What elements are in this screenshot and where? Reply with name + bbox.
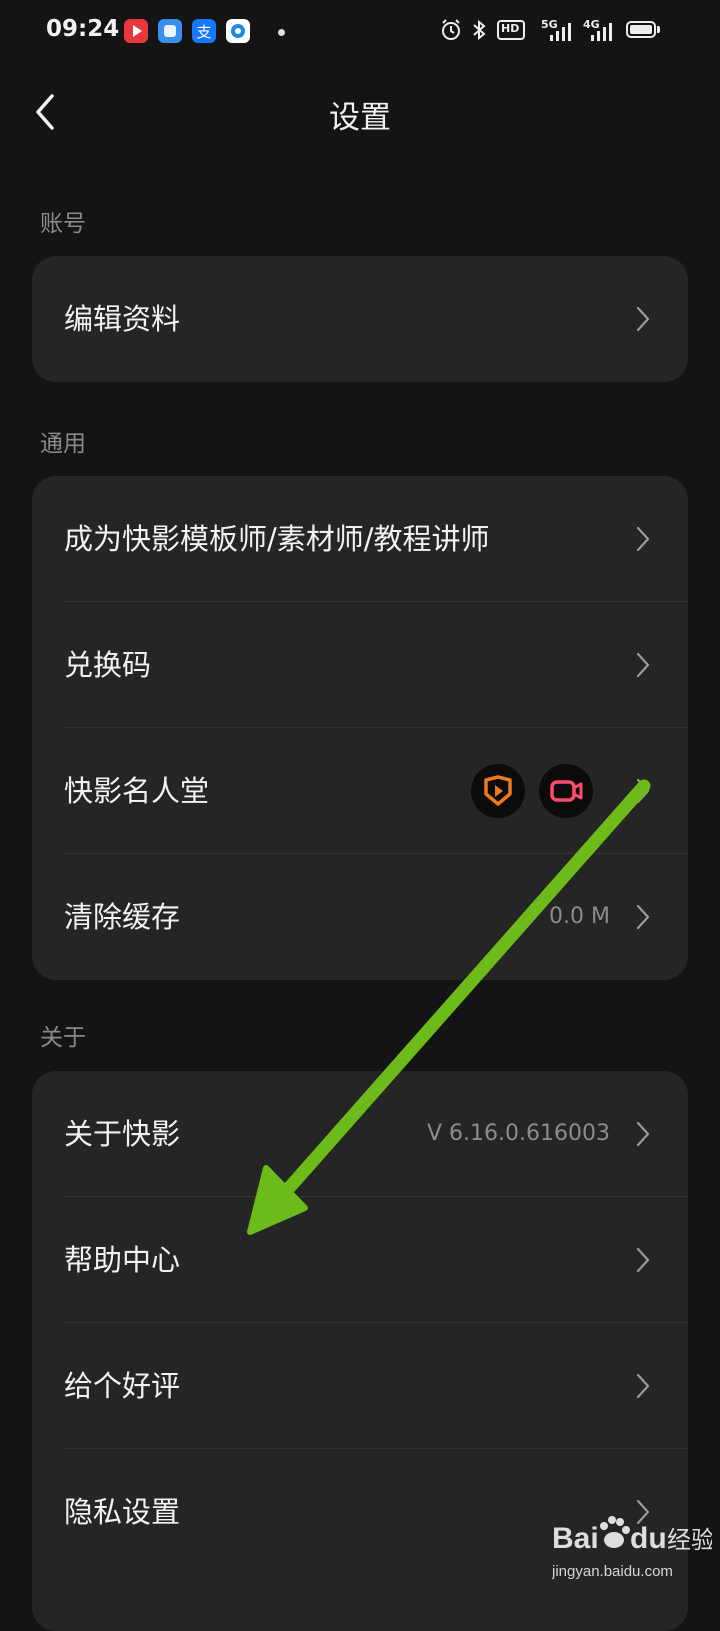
settings-item-label: 给个好评 bbox=[64, 1369, 181, 1403]
signal-4g-icon bbox=[589, 22, 613, 46]
settings-item-label: 帮助中心 bbox=[64, 1243, 181, 1277]
settings-item-about-app[interactable]: 关于快影 V 6.16.0.616003 bbox=[32, 1071, 688, 1197]
app-version-value: V 6.16.0.616003 bbox=[427, 1121, 610, 1146]
chevron-right-icon bbox=[636, 306, 650, 332]
bluetooth-icon bbox=[470, 18, 488, 46]
chevron-right-icon bbox=[636, 1373, 650, 1399]
settings-item-label: 清除缓存 bbox=[64, 900, 181, 934]
settings-item-clear-cache[interactable]: 清除缓存 0.0 M bbox=[32, 854, 688, 980]
account-card: 编辑资料 bbox=[32, 256, 688, 382]
status-bar: 09:24 支 HD 5G 4G bbox=[0, 0, 720, 66]
svg-text:经验: 经验 bbox=[667, 1526, 712, 1554]
video-app-notification-icon bbox=[124, 19, 148, 43]
settings-item-label: 隐私设置 bbox=[64, 1495, 181, 1529]
chevron-right-icon bbox=[636, 1121, 650, 1147]
settings-item-edit-profile[interactable]: 编辑资料 bbox=[32, 256, 688, 382]
page-title: 设置 bbox=[329, 100, 391, 136]
settings-item-label: 成为快影模板师/素材师/教程讲师 bbox=[64, 522, 490, 556]
svg-text:du: du bbox=[630, 1522, 667, 1555]
status-time: 09:24 bbox=[46, 16, 120, 42]
settings-item-hall-of-fame[interactable]: 快影名人堂 bbox=[32, 728, 688, 854]
section-label-general: 通用 bbox=[40, 431, 86, 457]
chevron-right-icon bbox=[636, 778, 650, 804]
battery-tip bbox=[657, 26, 660, 33]
svg-text:jingyan.baidu.com: jingyan.baidu.com bbox=[552, 1563, 673, 1580]
settings-item-label: 快影名人堂 bbox=[64, 774, 210, 808]
hd-label: HD bbox=[501, 22, 520, 35]
chevron-right-icon bbox=[636, 526, 650, 552]
settings-item-help-center[interactable]: 帮助中心 bbox=[32, 1197, 688, 1323]
section-label-account: 账号 bbox=[40, 211, 86, 237]
cache-size-value: 0.0 M bbox=[549, 904, 610, 929]
chevron-right-icon bbox=[636, 652, 650, 678]
settings-item-rate-app[interactable]: 给个好评 bbox=[32, 1323, 688, 1449]
svg-text:支: 支 bbox=[196, 23, 211, 41]
settings-item-label: 兑换码 bbox=[64, 648, 152, 682]
alipay-notification-icon: 支 bbox=[192, 19, 216, 43]
general-card: 成为快影模板师/素材师/教程讲师 兑换码 快影名人堂 清除缓存 0.0 M bbox=[32, 476, 688, 980]
section-label-about: 关于 bbox=[40, 1025, 86, 1051]
browser-notification-icon bbox=[226, 19, 250, 43]
cloud-app-notification-icon bbox=[158, 19, 182, 43]
svg-text:Bai: Bai bbox=[552, 1522, 599, 1555]
hd-icon: HD bbox=[497, 20, 525, 40]
chevron-right-icon bbox=[636, 904, 650, 930]
more-notifications-dot-icon bbox=[278, 29, 285, 36]
battery-icon bbox=[626, 21, 656, 38]
settings-item-redeem-code[interactable]: 兑换码 bbox=[32, 602, 688, 728]
settings-item-label: 编辑资料 bbox=[64, 302, 181, 336]
video-camera-badge-icon bbox=[539, 764, 593, 818]
baidu-paw-logo: Bai du 经验 jingyan.baidu.com bbox=[551, 1516, 715, 1580]
chevron-right-icon bbox=[636, 1247, 650, 1273]
kuaiying-logo-icon bbox=[471, 764, 525, 818]
settings-item-become-creator[interactable]: 成为快影模板师/素材师/教程讲师 bbox=[32, 476, 688, 602]
baidu-jingyan-watermark: Bai du 经验 jingyan.baidu.com bbox=[551, 1500, 715, 1590]
alarm-icon bbox=[440, 18, 462, 46]
signal-5g-icon bbox=[548, 22, 572, 46]
settings-item-label: 关于快影 bbox=[64, 1117, 181, 1151]
